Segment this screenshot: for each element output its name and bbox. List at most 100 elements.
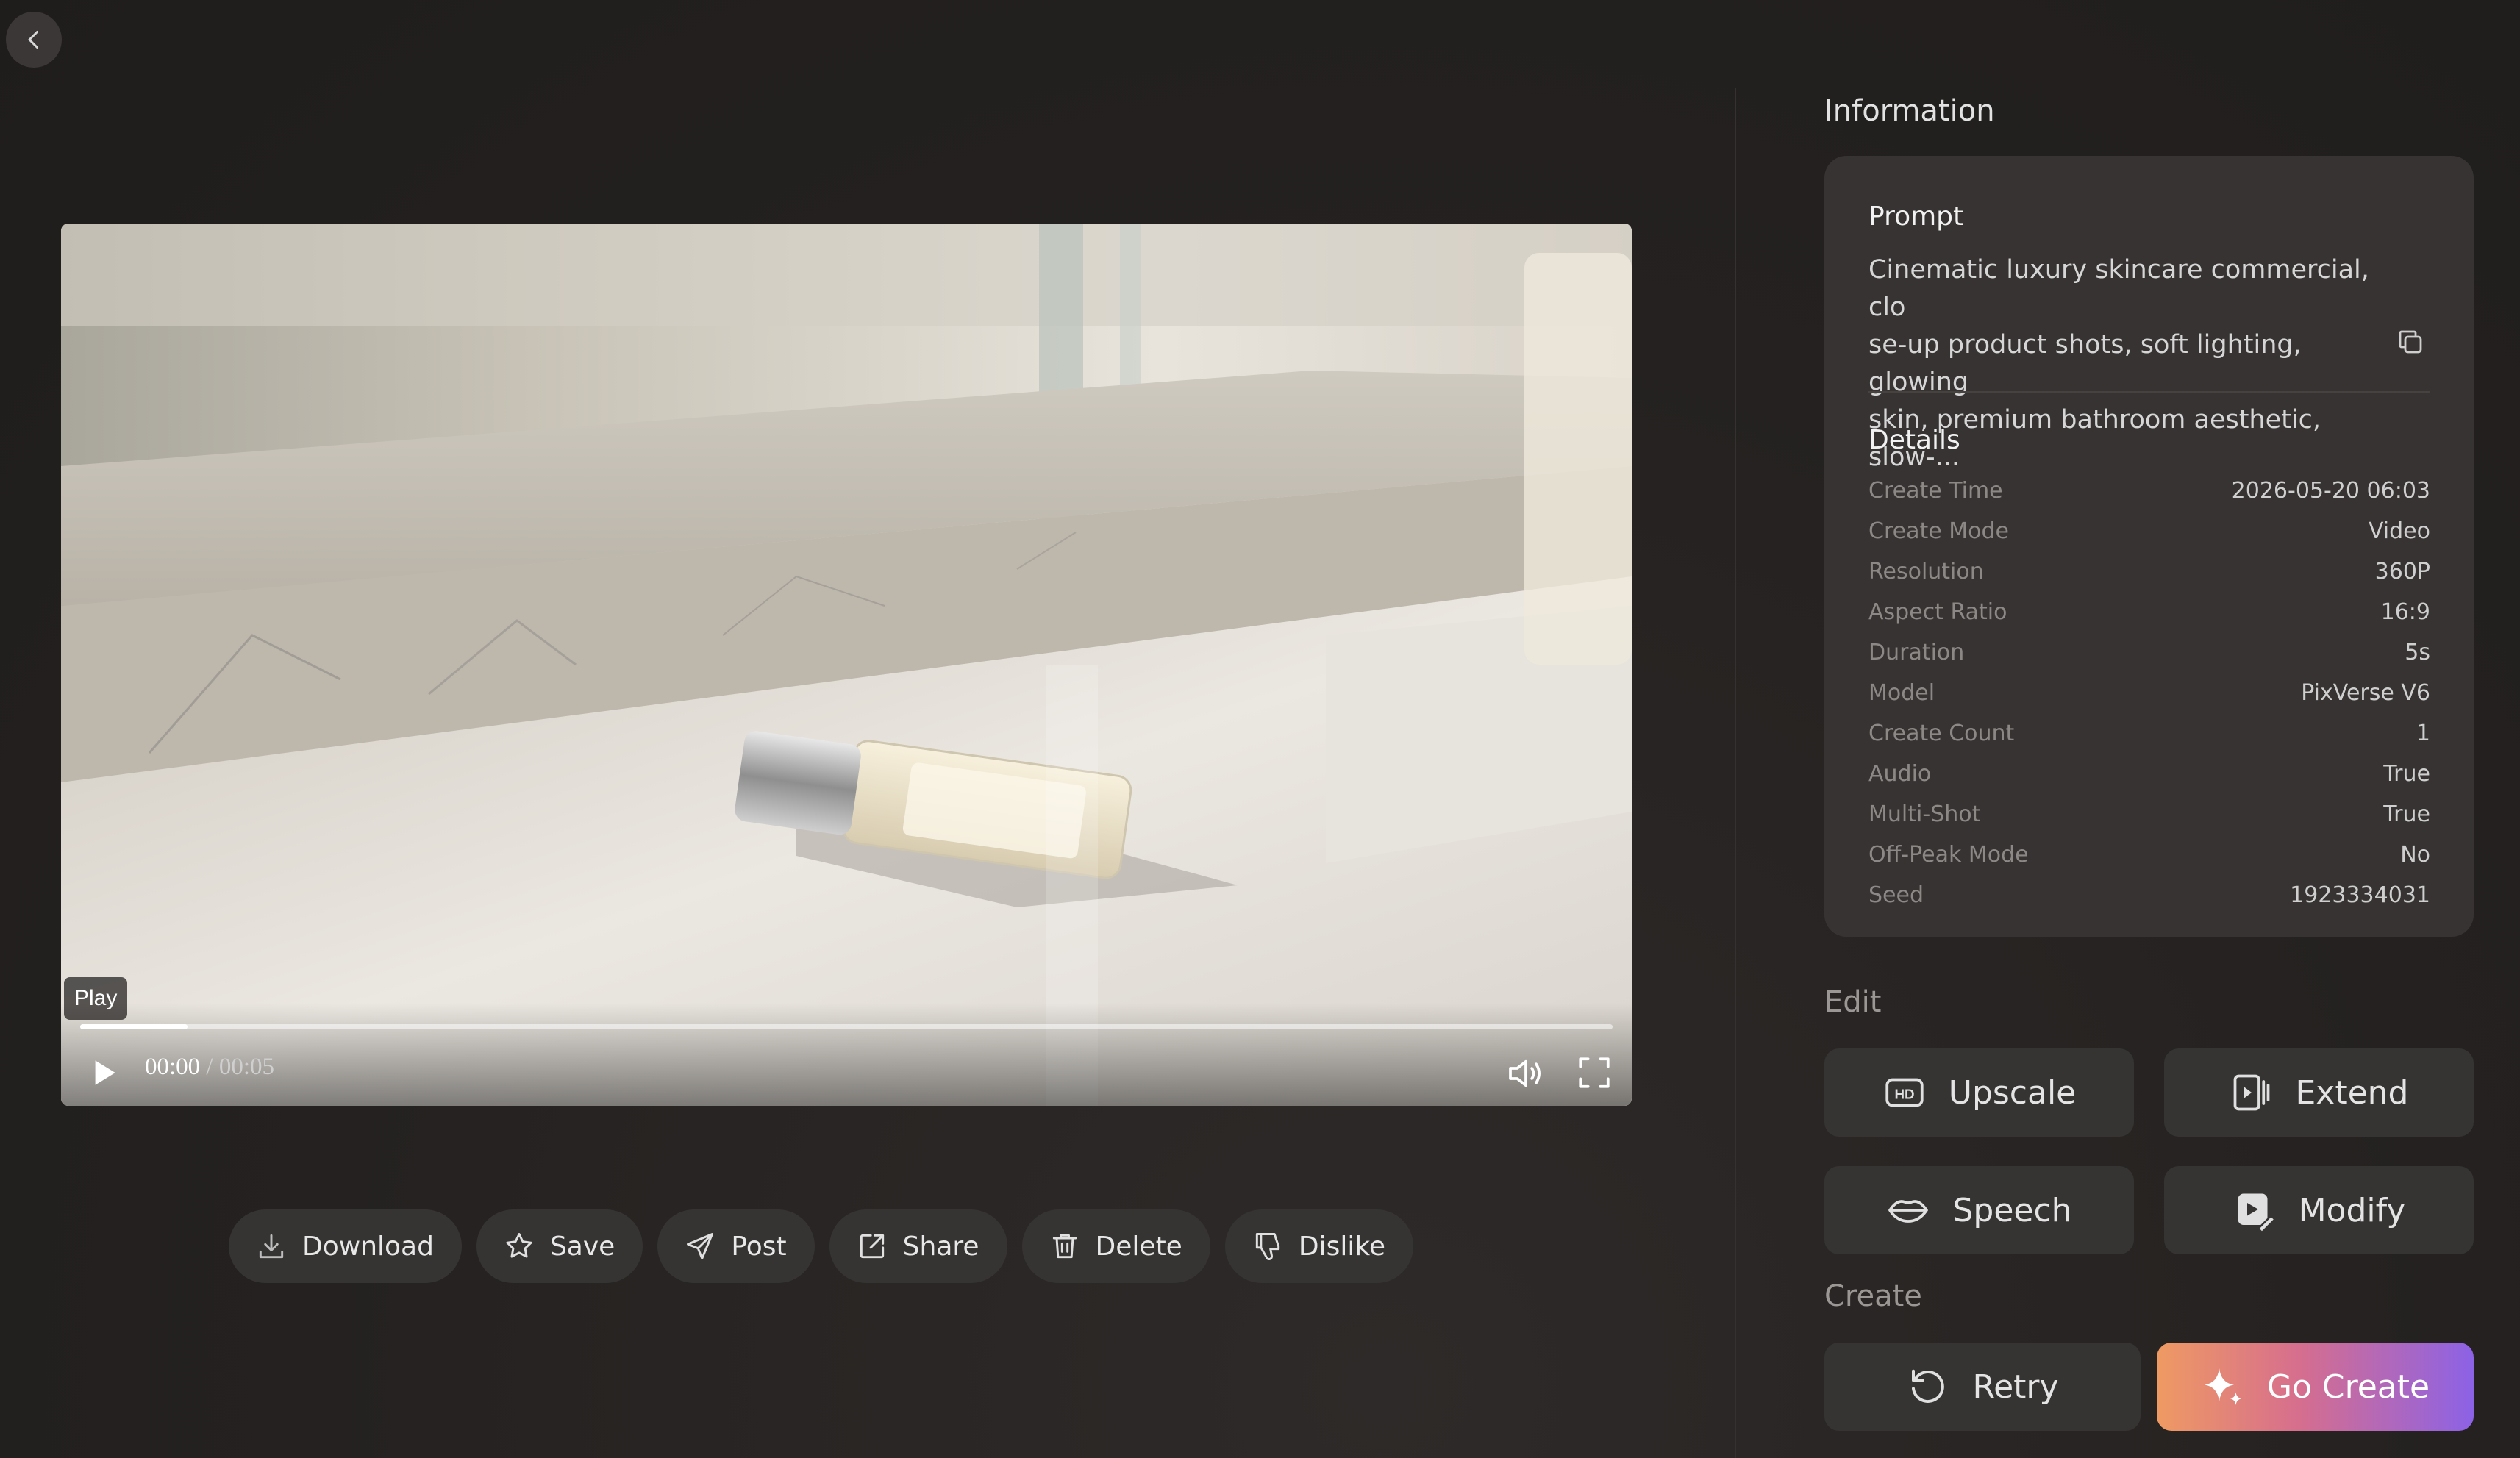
fullscreen-button[interactable] <box>1576 1054 1613 1091</box>
upscale-label: Upscale <box>1948 1073 2077 1112</box>
extend-label: Extend <box>2295 1073 2409 1112</box>
detail-row: Seed 1923334031 <box>1868 875 2430 915</box>
action-bar: Download Save Post Share Delete Dislike <box>229 1209 1414 1283</box>
share-label: Share <box>902 1231 979 1262</box>
controls-overlay <box>61 1003 1632 1106</box>
go-create-label: Go Create <box>2266 1368 2430 1406</box>
video-player[interactable]: Play 00:00 / 00:05 <box>61 224 1632 1106</box>
play-button[interactable] <box>85 1054 121 1091</box>
detail-value: 5s <box>2405 640 2430 665</box>
details-heading: Details <box>1868 425 1960 455</box>
extend-button[interactable]: Extend <box>2164 1048 2474 1137</box>
modify-icon <box>2232 1188 2277 1232</box>
volume-icon <box>1509 1059 1541 1087</box>
download-label: Download <box>302 1231 434 1262</box>
detail-value: 2026-05-20 06:03 <box>2231 478 2430 504</box>
dislike-button[interactable]: Dislike <box>1224 1209 1414 1283</box>
detail-row: Off-Peak Mode No <box>1868 835 2430 875</box>
detail-key: Model <box>1868 680 1935 706</box>
information-card: Prompt Cinematic luxury skincare commerc… <box>1824 156 2474 937</box>
retry-icon <box>1906 1365 1950 1409</box>
save-button[interactable]: Save <box>476 1209 643 1283</box>
back-button[interactable] <box>6 12 62 68</box>
detail-value: No <box>2400 842 2430 868</box>
progress-fill <box>80 1024 188 1029</box>
detail-row: Resolution 360P <box>1868 551 2430 592</box>
upscale-button[interactable]: HD Upscale <box>1824 1048 2134 1137</box>
detail-key: Duration <box>1868 640 1965 665</box>
detail-row: Audio True <box>1868 754 2430 794</box>
detail-key: Create Mode <box>1868 518 2009 544</box>
detail-value: 360P <box>2374 559 2430 585</box>
detail-value: PixVerse V6 <box>2301 680 2430 706</box>
delete-label: Delete <box>1095 1231 1182 1262</box>
delete-button[interactable]: Delete <box>1021 1209 1210 1283</box>
detail-value: 16:9 <box>2380 599 2430 625</box>
total-duration: 00:05 <box>218 1054 275 1080</box>
speech-label: Speech <box>1952 1191 2072 1229</box>
progress-bar[interactable] <box>80 1024 1613 1029</box>
detail-key: Aspect Ratio <box>1868 599 2007 625</box>
panel-divider <box>1735 88 1736 1458</box>
detail-row: Create Count 1 <box>1868 713 2430 754</box>
prompt-heading: Prompt <box>1868 201 1964 232</box>
detail-value: Video <box>2368 518 2430 544</box>
fullscreen-icon <box>1579 1057 1610 1088</box>
edit-section-title: Edit <box>1824 985 1882 1019</box>
go-create-button[interactable]: Go Create <box>2157 1343 2474 1431</box>
download-button[interactable]: Download <box>229 1209 462 1283</box>
prompt-line: Cinematic luxury skincare commercial, cl… <box>1868 255 2369 322</box>
share-icon <box>856 1230 888 1262</box>
detail-key: Off-Peak Mode <box>1868 842 2029 868</box>
video-frame <box>61 224 1632 1106</box>
hd-icon: HD <box>1882 1071 1927 1115</box>
trash-icon <box>1049 1230 1081 1262</box>
detail-key: Resolution <box>1868 559 1984 585</box>
copy-prompt-button[interactable] <box>2395 326 2426 357</box>
time-display: 00:00 / 00:05 <box>145 1054 274 1081</box>
post-button[interactable]: Post <box>657 1209 815 1283</box>
svg-text:HD: HD <box>1894 1086 1914 1101</box>
detail-key: Audio <box>1868 761 1932 787</box>
information-title: Information <box>1824 94 1995 128</box>
sparkle-icon <box>2201 1365 2245 1409</box>
thumbs-down-icon <box>1252 1230 1284 1262</box>
detail-key: Multi-Shot <box>1868 801 1981 827</box>
star-icon <box>503 1230 535 1262</box>
card-divider <box>1868 391 2430 393</box>
play-icon <box>95 1060 115 1085</box>
detail-value: 1 <box>2416 721 2430 746</box>
dislike-label: Dislike <box>1298 1231 1386 1262</box>
extend-icon <box>2230 1071 2274 1115</box>
detail-row: Multi-Shot True <box>1868 794 2430 835</box>
detail-row: Create Time 2026-05-20 06:03 <box>1868 471 2430 511</box>
detail-row: Model PixVerse V6 <box>1868 673 2430 713</box>
prompt-line: se-up product shots, soft lighting, glow… <box>1868 330 2302 397</box>
detail-row: Duration 5s <box>1868 632 2430 673</box>
modify-button[interactable]: Modify <box>2164 1166 2474 1254</box>
speech-button[interactable]: Speech <box>1824 1166 2134 1254</box>
detail-value: 1923334031 <box>2290 882 2430 908</box>
modify-label: Modify <box>2298 1191 2406 1229</box>
copy-icon <box>2399 330 2422 354</box>
detail-key: Create Time <box>1868 478 2003 504</box>
detail-key: Seed <box>1868 882 1924 908</box>
current-time: 00:00 <box>145 1054 201 1080</box>
details-list: Create Time 2026-05-20 06:03 Create Mode V… <box>1868 471 2430 915</box>
save-label: Save <box>549 1231 615 1262</box>
time-separator: / <box>200 1054 219 1080</box>
detail-row: Aspect Ratio 16:9 <box>1868 592 2430 632</box>
share-button[interactable]: Share <box>829 1209 1007 1283</box>
chevron-left-icon <box>28 31 38 49</box>
post-label: Post <box>731 1231 787 1262</box>
retry-button[interactable]: Retry <box>1824 1343 2141 1431</box>
create-section-title: Create <box>1824 1279 1922 1313</box>
send-icon <box>684 1230 716 1262</box>
detail-value: True <box>2383 801 2430 827</box>
retry-label: Retry <box>1972 1368 2059 1406</box>
detail-row: Create Mode Video <box>1868 511 2430 551</box>
volume-button[interactable] <box>1505 1053 1546 1094</box>
download-icon <box>255 1230 288 1262</box>
page: Play 00:00 / 00:05 Download Save Post Sh… <box>0 0 2520 1458</box>
lips-icon <box>1886 1188 1930 1232</box>
